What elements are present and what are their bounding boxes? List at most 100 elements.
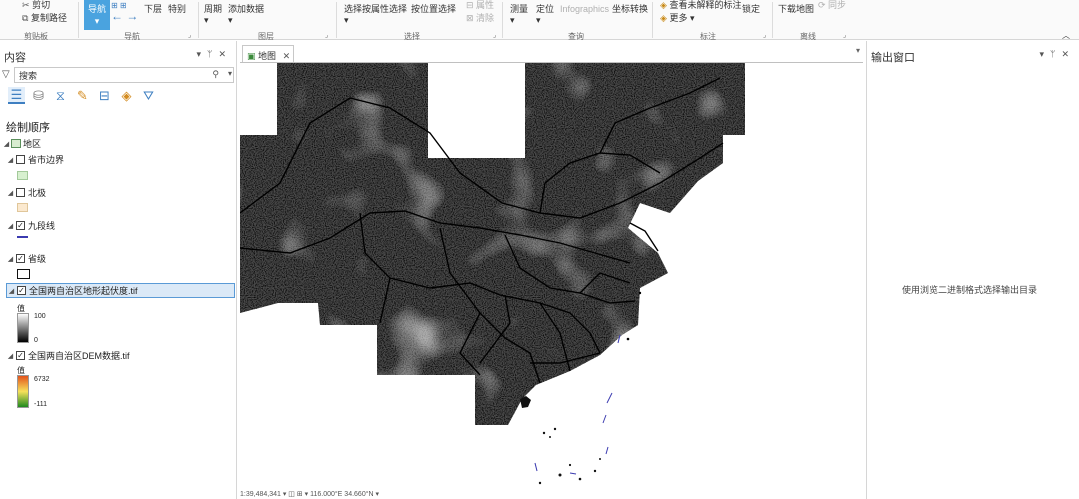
back-forward-icons[interactable]: ← → bbox=[111, 10, 138, 22]
ribbon-separator bbox=[78, 2, 79, 38]
view-unplaced-labels-button[interactable]: ◈ 查看未解释的标注 bbox=[660, 0, 741, 11]
group-launcher-icon[interactable]: ⌟ bbox=[188, 31, 191, 39]
pin-icon[interactable]: ᛘ bbox=[207, 49, 218, 59]
ribbon-separator bbox=[198, 2, 199, 38]
tree-layer-row[interactable]: ◢ ✓ 全国两自治区DEM数据.tif bbox=[6, 348, 130, 363]
list-by-editing-icon[interactable]: ✎ bbox=[74, 87, 91, 104]
line-swatch-icon bbox=[17, 236, 28, 238]
filter-icon[interactable]: ▽ bbox=[2, 69, 10, 80]
layer-checkbox[interactable]: ✓ bbox=[16, 351, 25, 360]
expand-triangle-icon[interactable]: ◢ bbox=[6, 156, 15, 164]
output-message: 使用浏览二进制格式选择输出目录 bbox=[902, 285, 1038, 295]
tab-map[interactable]: ▣ 地图 ✕ bbox=[242, 45, 294, 62]
clear-button[interactable]: ⊠ 清除 bbox=[466, 13, 494, 24]
list-by-drawing-order-icon[interactable]: ☰ bbox=[8, 87, 25, 104]
search-input[interactable] bbox=[14, 67, 234, 83]
select-by-location-button[interactable]: 按位置选择 bbox=[411, 4, 456, 15]
layer-checkbox[interactable]: ✓ bbox=[16, 254, 25, 263]
polygon-swatch-icon bbox=[17, 269, 30, 279]
list-by-data-source-icon[interactable]: ⛁ bbox=[30, 87, 47, 104]
list-by-selection-icon[interactable]: ⧖ bbox=[52, 87, 69, 104]
tree-item-label: 北极 bbox=[28, 188, 47, 198]
special-button[interactable]: 特别 bbox=[168, 4, 186, 15]
ribbon-separator bbox=[652, 2, 653, 38]
group-launcher-icon[interactable]: ⌟ bbox=[325, 31, 328, 39]
legend-low-value: -111 bbox=[34, 400, 47, 408]
download-map-button[interactable]: 下载地图 bbox=[778, 4, 814, 15]
output-title: 输出窗口 bbox=[871, 52, 915, 64]
expand-triangle-icon[interactable]: ◢ bbox=[6, 222, 15, 230]
polygon-swatch-icon bbox=[17, 203, 28, 212]
tree-item-label: 全国两自治区地形起伏度.tif bbox=[29, 286, 138, 296]
list-by-labeling-icon[interactable]: ◈ bbox=[118, 87, 135, 104]
group-launcher-icon[interactable]: ⌟ bbox=[493, 31, 496, 39]
copy-path-button[interactable]: ⧉ 复制路径 bbox=[22, 13, 67, 24]
navigate-button[interactable]: 导航 ▾ bbox=[84, 0, 110, 30]
contents-title: 内容 bbox=[4, 52, 26, 64]
more-icon: ◈ bbox=[660, 13, 667, 23]
tree-item-label: 全国两自治区DEM数据.tif bbox=[28, 351, 130, 361]
layer-checkbox[interactable]: ✓ bbox=[17, 286, 26, 295]
pin-icon[interactable]: ᛘ bbox=[1050, 49, 1061, 59]
tree-item-label: 省级 bbox=[28, 254, 47, 264]
chevron-down-icon[interactable]: ▾ bbox=[197, 49, 208, 59]
close-icon[interactable]: ✕ bbox=[218, 49, 232, 59]
tree-layer-row[interactable]: ◢ 北极 bbox=[6, 185, 46, 200]
chevron-down-icon[interactable]: ▾ bbox=[228, 69, 232, 78]
basemap-button[interactable]: 周期 ▾ bbox=[204, 4, 222, 26]
contents-toolbar: ☰ ⛁ ⧖ ✎ ⊟ ◈ ⛛ bbox=[8, 87, 157, 109]
tree-layer-row[interactable]: ◢ ✓ 省级 bbox=[6, 251, 46, 266]
more-button[interactable]: ◈ 更多 ▾ bbox=[660, 13, 694, 24]
navigate-label: 导航 bbox=[87, 4, 106, 14]
ribbon-separator bbox=[336, 2, 337, 38]
relief-raster bbox=[240, 63, 745, 425]
chevron-down-icon[interactable]: ▾ bbox=[1040, 49, 1051, 59]
search-icon[interactable]: ⚲ bbox=[212, 69, 219, 80]
map-tab-icon: ▣ bbox=[247, 51, 256, 61]
locate-button[interactable]: 定位 ▾ bbox=[536, 4, 554, 26]
chevron-down-icon: ▾ bbox=[94, 16, 100, 26]
pane-controls[interactable]: ▾ᛘ✕ bbox=[197, 49, 232, 60]
grayscale-ramp-icon bbox=[17, 313, 29, 343]
group-launcher-icon[interactable]: ⌟ bbox=[843, 31, 846, 39]
expand-triangle-icon[interactable]: ◢ bbox=[2, 140, 11, 148]
convert-coordinates-button[interactable]: 坐标转换 bbox=[612, 4, 648, 15]
expand-triangle-icon[interactable]: ◢ bbox=[6, 189, 15, 197]
legend-high-value: 6732 bbox=[34, 375, 50, 383]
lower-button[interactable]: 下层 bbox=[144, 4, 162, 15]
map-status-bar[interactable]: 1:39,484,341 ▾ ◫ ⊞ ▾ 116.000°E 34.660°N … bbox=[240, 490, 863, 499]
infographics-button[interactable]: Infographics bbox=[560, 4, 609, 15]
list-by-snapping-icon[interactable]: ⊟ bbox=[96, 87, 113, 104]
chevron-down-icon[interactable]: ▾ bbox=[856, 46, 860, 55]
tree-map-row[interactable]: ◢ 地区 bbox=[2, 136, 41, 151]
select-button[interactable]: 选择 ▾ bbox=[344, 4, 362, 26]
cut-button[interactable]: ✂ 剪切 bbox=[22, 0, 50, 11]
add-data-button[interactable]: 添加数据 ▾ bbox=[228, 4, 264, 26]
group-launcher-icon[interactable]: ⌟ bbox=[763, 31, 766, 39]
tree-layer-row[interactable]: ◢ 省市边界 bbox=[6, 152, 64, 167]
expand-triangle-icon[interactable]: ◢ bbox=[6, 255, 15, 263]
close-icon[interactable]: ✕ bbox=[1061, 49, 1075, 59]
collapse-ribbon-icon[interactable]: ︿ bbox=[1062, 30, 1070, 41]
close-icon[interactable]: ✕ bbox=[283, 51, 291, 61]
islands bbox=[520, 396, 601, 485]
select-by-attribute-button[interactable]: 按属性选择 bbox=[362, 4, 407, 15]
list-by-perspective-imagery-icon[interactable]: ⛛ bbox=[140, 87, 157, 104]
legend-low-value: 0 bbox=[34, 336, 38, 344]
sync-button[interactable]: ⟳ 同步 bbox=[818, 0, 846, 11]
lock-button[interactable]: 锁定 bbox=[742, 4, 760, 15]
ribbon-separator bbox=[502, 2, 503, 38]
tree-layer-row[interactable]: ◢ ✓ 九段线 bbox=[6, 218, 55, 233]
tree-layer-row-selected[interactable]: ◢ ✓ 全国两自治区地形起伏度.tif bbox=[6, 283, 235, 298]
layer-checkbox[interactable]: ✓ bbox=[16, 221, 25, 230]
map-canvas[interactable] bbox=[240, 63, 863, 489]
expand-triangle-icon[interactable]: ◢ bbox=[6, 352, 15, 360]
output-pane: 输出窗口 ▾ᛘ✕ 使用浏览二进制格式选择输出目录 bbox=[866, 41, 1079, 499]
map-pane: ▣ 地图 ✕ ▾ 1:39,484,341 ▾ ◫ ⊞ ▾ 116.000°E … bbox=[240, 41, 863, 499]
expand-triangle-icon[interactable]: ◢ bbox=[7, 287, 16, 295]
pane-controls[interactable]: ▾ᛘ✕ bbox=[1040, 49, 1075, 60]
measure-button[interactable]: 测量 ▾ bbox=[510, 4, 528, 26]
attribute-button[interactable]: ⊟ 属性 bbox=[466, 0, 494, 11]
layer-checkbox[interactable] bbox=[16, 155, 25, 164]
layer-checkbox[interactable] bbox=[16, 188, 25, 197]
